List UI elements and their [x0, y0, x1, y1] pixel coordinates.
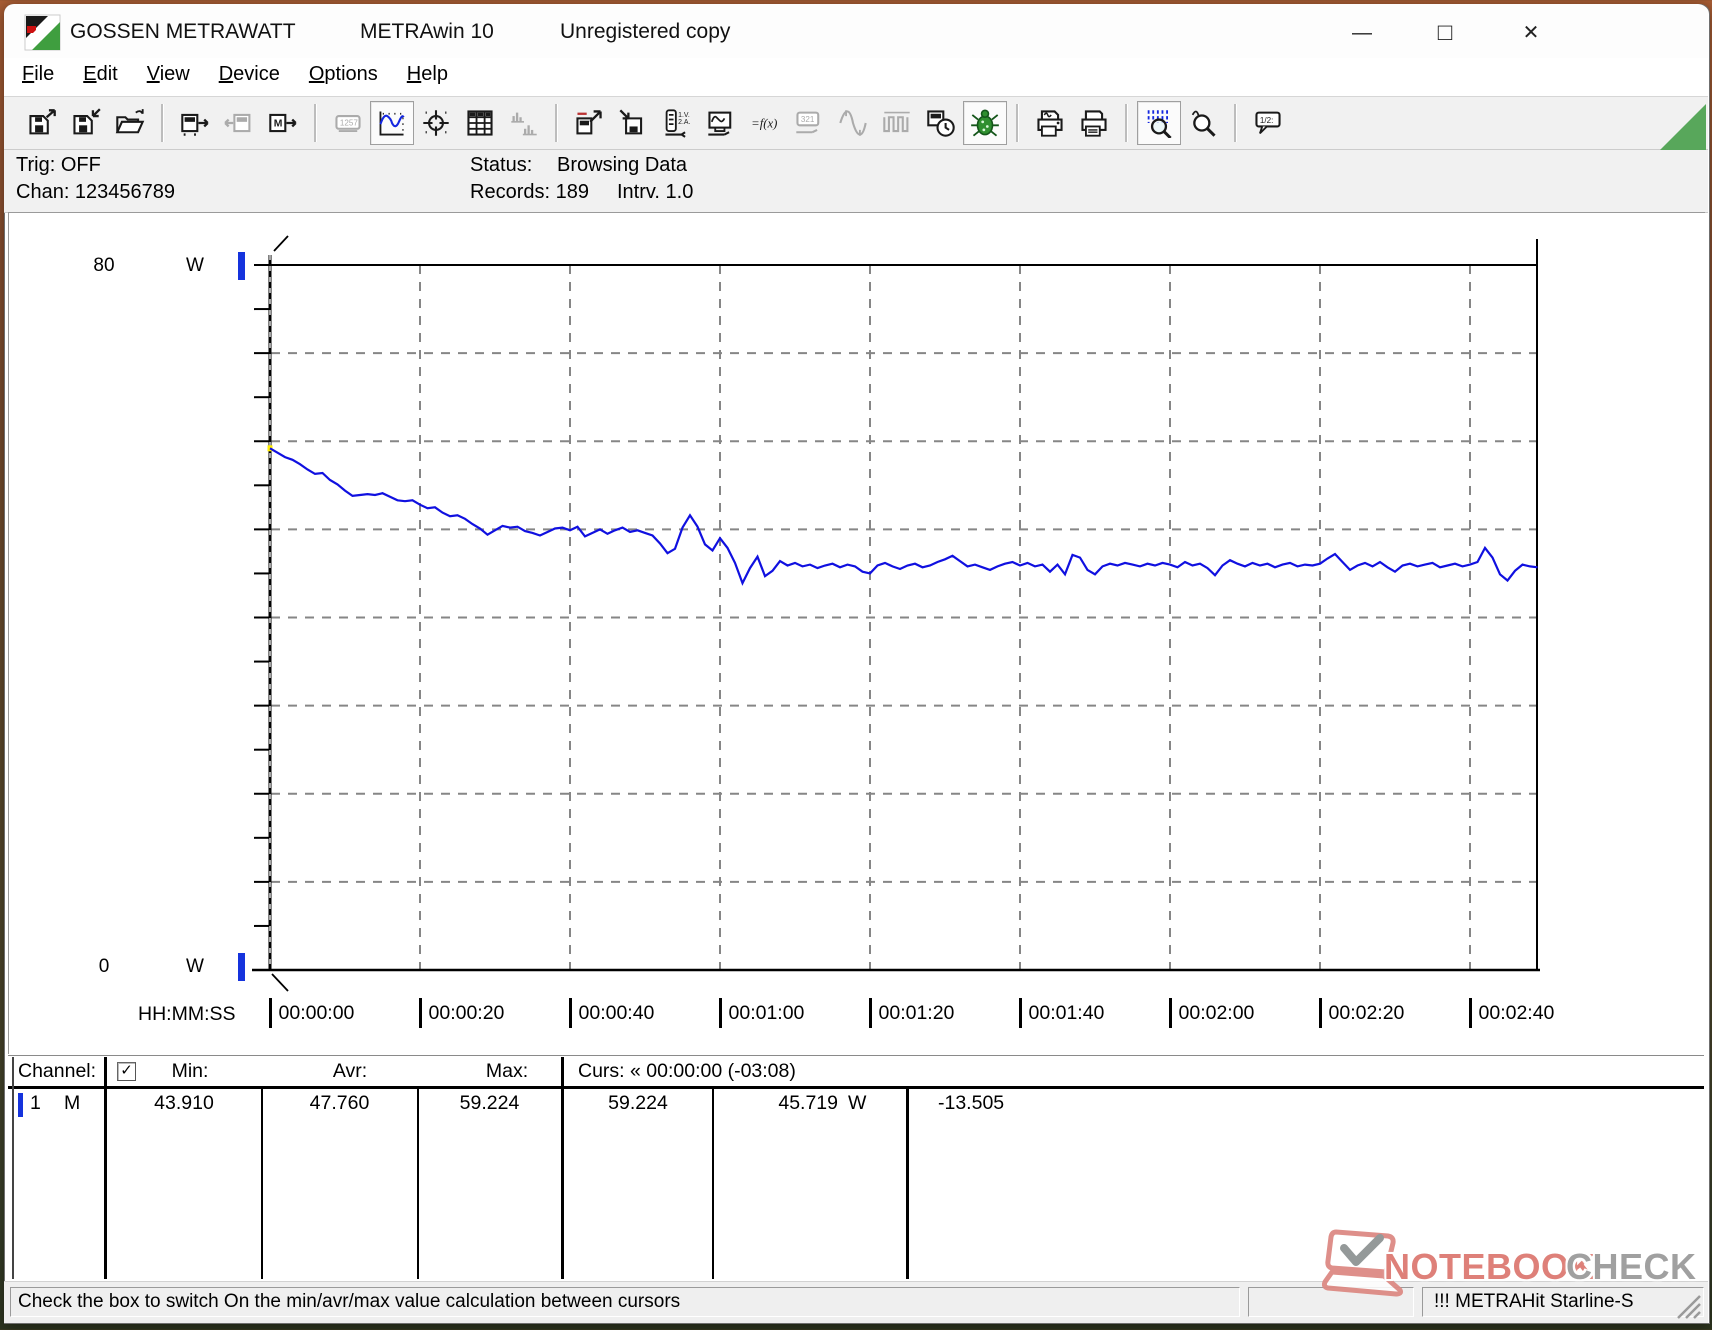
header-channel: Channel:: [18, 1060, 97, 1082]
toolbar-zoom-reset-button[interactable]: [1181, 101, 1225, 145]
title-bar: GOSSEN METRAWATT METRAwin 10 Unregistere…: [4, 4, 1708, 58]
toolbar-analog-signal-button: [831, 101, 875, 145]
maximize-button[interactable]: □: [1423, 16, 1467, 50]
table-divider: [712, 1089, 714, 1279]
x-axis-format-label: HH:MM:SS: [138, 1003, 236, 1025]
menu-items: File Edit View Device Options Help: [20, 58, 475, 91]
toolbar-separator: [161, 104, 164, 142]
toolbar-time-setup-button[interactable]: [919, 101, 963, 145]
cell-cursor-b: 45.719: [778, 1092, 838, 1114]
toolbar-zoom-curve-button[interactable]: [1137, 101, 1181, 145]
y-max-label: 80: [93, 255, 115, 276]
toolbar-save-selection-button[interactable]: [611, 101, 655, 145]
toolbar-print-button[interactable]: [1072, 101, 1116, 145]
menu-file[interactable]: File: [20, 58, 56, 91]
toolbar-debug-button[interactable]: [963, 101, 1007, 145]
toolbar-annotation-button[interactable]: 1/2:: [1246, 101, 1290, 145]
toolbar-read-memory-button[interactable]: M: [261, 101, 305, 145]
status-label: Status:: [470, 154, 533, 176]
cell-channel-mode: M: [64, 1092, 81, 1114]
toolbar-device-digits-button: 321: [787, 101, 831, 145]
toolbar-export-data-button[interactable]: [567, 101, 611, 145]
table-divider: [12, 1057, 14, 1279]
cell-min: 43.910: [154, 1092, 214, 1114]
channel-row-marker: [18, 1093, 23, 1117]
y-min-unit: W: [186, 956, 204, 977]
toolbar-open-file-button[interactable]: [108, 101, 152, 145]
notebookcheck-watermark: NOTEBOOK CHECK: [1322, 1228, 1712, 1310]
menu-options[interactable]: Options: [307, 58, 380, 91]
toolbar-channel-setup-button[interactable]: 1.V. 2.A.: [655, 101, 699, 145]
toolbar-xy-view-button[interactable]: [414, 101, 458, 145]
status-value: Browsing Data: [557, 154, 688, 176]
toolbar-numeric-display-button: 1257: [326, 101, 370, 145]
toolbar-table-view-button[interactable]: [458, 101, 502, 145]
header-avr: Avr:: [332, 1060, 368, 1082]
svg-text:M: M: [274, 118, 283, 129]
minimize-button[interactable]: —: [1340, 16, 1384, 50]
info-bar: Trig: OFF Chan: 123456789 Status: Browsi…: [4, 150, 1708, 213]
table-divider: [104, 1057, 107, 1279]
records-count: Records: 189: [470, 181, 589, 203]
channel-status: Chan: 123456789: [16, 181, 176, 203]
table-divider: [561, 1057, 564, 1279]
svg-text:2.A.: 2.A.: [678, 119, 690, 126]
toolbar-write-device-button: [217, 101, 261, 145]
toolbar-formula-button[interactable]: =f(x): [743, 101, 787, 145]
interval-value: Intrv. 1.0: [617, 181, 694, 203]
toolbar-chart-view-button[interactable]: [370, 101, 414, 145]
cell-cursor-unit: W: [848, 1092, 867, 1114]
cell-delta: -13.505: [938, 1092, 1005, 1114]
watermark-notebook: NOTEBOOK: [1384, 1246, 1597, 1287]
toolbar-separator: [314, 104, 317, 142]
menu-edit[interactable]: Edit: [81, 58, 119, 91]
toolbar-separator: [1234, 104, 1237, 142]
app-vendor: GOSSEN METRAWATT: [70, 20, 296, 43]
power-trace-line: [269, 447, 1538, 586]
toolbar-separator: [555, 104, 558, 142]
toolbar-histogram-view-button: [502, 101, 546, 145]
channel-scale-marker-top: [238, 252, 245, 280]
toolbar-display-setup-button[interactable]: [699, 101, 743, 145]
y-max-unit: W: [186, 255, 204, 276]
watermark-check: CHECK: [1566, 1246, 1697, 1287]
cell-avr: 47.760: [309, 1092, 370, 1114]
toolbar-save-export-button[interactable]: [20, 101, 64, 145]
table-divider: [906, 1089, 909, 1279]
svg-text:1257: 1257: [340, 118, 358, 127]
close-button[interactable]: ✕: [1509, 16, 1553, 50]
menu-device[interactable]: Device: [217, 58, 282, 91]
statusbar-message: Check the box to switch On the min/avr/m…: [18, 1291, 681, 1312]
toolbar-separator: [1016, 104, 1019, 142]
cell-channel-number: 1: [30, 1092, 41, 1114]
menu-help[interactable]: Help: [405, 58, 450, 91]
app-name: METRAwin 10: [360, 20, 494, 43]
svg-text:1/2:: 1/2:: [1260, 116, 1273, 125]
y-min-label: 0: [98, 956, 110, 977]
channel-scale-marker-bottom: [238, 953, 245, 981]
toolbar-print-preview-button[interactable]: [1028, 101, 1072, 145]
license-label: Unregistered copy: [560, 20, 731, 43]
header-min: Min:: [171, 1060, 209, 1082]
chart-plot[interactable]: [250, 235, 1550, 1025]
toolbar-pulse-signal-button: [875, 101, 919, 145]
header-cursor: Curs: « 00:00:00 (-03:08): [578, 1060, 796, 1082]
menu-bar: File Edit View Device Options Help: [4, 58, 1708, 96]
cell-cursor-a: 59.224: [608, 1092, 668, 1114]
svg-text:321: 321: [801, 115, 815, 124]
table-divider: [261, 1089, 263, 1279]
toolbar-separator: [1125, 104, 1128, 142]
toolbar-read-device-button[interactable]: [173, 101, 217, 145]
screen: GOSSEN METRAWATT METRAwin 10 Unregistere…: [0, 0, 1712, 1330]
app-logo-icon: [24, 14, 61, 51]
cell-max: 59.224: [459, 1092, 520, 1114]
menu-view[interactable]: View: [145, 58, 192, 91]
svg-text:=f(x): =f(x): [751, 117, 777, 131]
toolbar-save-import-button[interactable]: [64, 101, 108, 145]
header-max: Max:: [485, 1060, 529, 1082]
table-divider: [417, 1089, 419, 1279]
toolbar: M 1257 1.V. 2.A. =f(x) 321 1/2:: [4, 96, 1708, 150]
trigger-status: Trig: OFF: [16, 154, 101, 176]
